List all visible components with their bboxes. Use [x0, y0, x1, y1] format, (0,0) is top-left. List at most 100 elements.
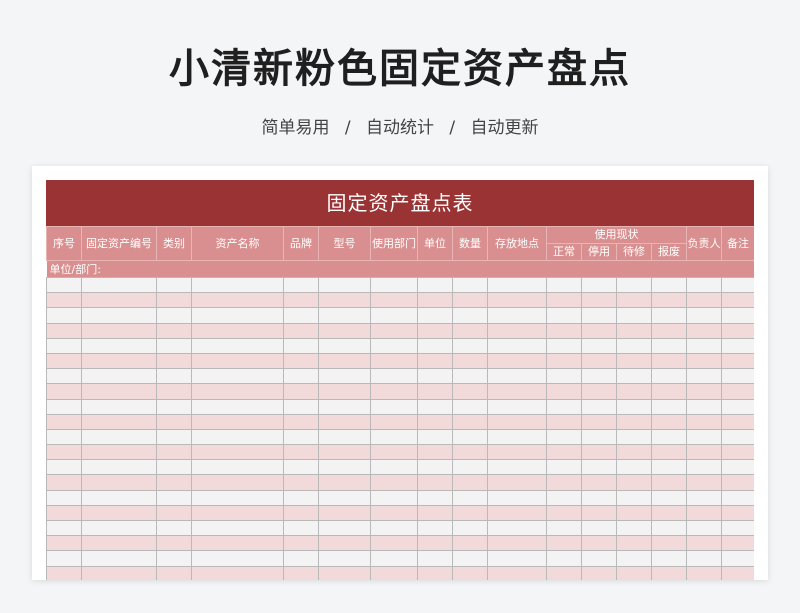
table-cell[interactable] — [686, 337, 722, 354]
table-cell[interactable] — [370, 459, 418, 476]
table-cell[interactable] — [417, 535, 453, 552]
table-cell[interactable] — [721, 444, 754, 461]
table-cell[interactable] — [546, 459, 582, 476]
table-cell[interactable] — [318, 474, 371, 491]
table-cell[interactable] — [156, 474, 192, 491]
table-cell[interactable] — [283, 535, 319, 552]
table-cell[interactable] — [452, 428, 488, 446]
table-cell[interactable] — [417, 292, 453, 309]
table-cell[interactable] — [370, 428, 418, 446]
table-cell[interactable] — [546, 383, 582, 400]
table-cell[interactable] — [686, 504, 722, 522]
table-cell[interactable] — [417, 413, 453, 430]
table-cell[interactable] — [546, 535, 582, 552]
table-cell[interactable] — [546, 474, 582, 491]
table-cell[interactable] — [156, 368, 192, 385]
table-cell[interactable] — [686, 352, 722, 370]
table-cell[interactable] — [686, 383, 722, 400]
table-cell[interactable] — [452, 519, 488, 537]
table-cell[interactable] — [487, 519, 547, 537]
table-cell[interactable] — [686, 565, 722, 580]
table-cell[interactable] — [191, 459, 284, 476]
table-cell[interactable] — [46, 459, 82, 476]
table-cell[interactable] — [283, 398, 319, 415]
table-cell[interactable] — [417, 307, 453, 324]
table-cell[interactable] — [46, 428, 82, 446]
table-cell[interactable] — [487, 292, 547, 309]
table-cell[interactable] — [156, 322, 192, 339]
table-cell[interactable] — [487, 444, 547, 461]
table-cell[interactable] — [191, 383, 284, 400]
table-cell[interactable] — [283, 276, 319, 294]
table-cell[interactable] — [686, 550, 722, 567]
table-cell[interactable] — [156, 337, 192, 354]
table-cell[interactable] — [417, 352, 453, 370]
table-cell[interactable] — [651, 565, 687, 580]
table-cell[interactable] — [581, 565, 617, 580]
table-cell[interactable] — [318, 565, 371, 580]
table-cell[interactable] — [452, 504, 488, 522]
table-cell[interactable] — [370, 565, 418, 580]
table-cell[interactable] — [487, 352, 547, 370]
table-cell[interactable] — [487, 276, 547, 294]
table-cell[interactable] — [318, 383, 371, 400]
table-cell[interactable] — [616, 383, 652, 400]
table-cell[interactable] — [46, 307, 82, 324]
table-cell[interactable] — [651, 535, 687, 552]
table-cell[interactable] — [417, 337, 453, 354]
table-cell[interactable] — [721, 413, 754, 430]
table-cell[interactable] — [487, 428, 547, 446]
table-cell[interactable] — [721, 292, 754, 309]
table-cell[interactable] — [370, 383, 418, 400]
table-cell[interactable] — [686, 292, 722, 309]
table-cell[interactable] — [686, 489, 722, 506]
table-cell[interactable] — [370, 398, 418, 415]
table-cell[interactable] — [721, 276, 754, 294]
table-cell[interactable] — [616, 398, 652, 415]
table-cell[interactable] — [370, 504, 418, 522]
table-cell[interactable] — [81, 368, 157, 385]
table-cell[interactable] — [721, 489, 754, 506]
table-cell[interactable] — [156, 428, 192, 446]
table-cell[interactable] — [81, 565, 157, 580]
table-cell[interactable] — [487, 322, 547, 339]
table-cell[interactable] — [283, 337, 319, 354]
table-cell[interactable] — [156, 519, 192, 537]
table-cell[interactable] — [46, 444, 82, 461]
table-cell[interactable] — [191, 322, 284, 339]
table-cell[interactable] — [81, 413, 157, 430]
table-cell[interactable] — [191, 535, 284, 552]
table-cell[interactable] — [318, 398, 371, 415]
table-cell[interactable] — [581, 337, 617, 354]
table-cell[interactable] — [46, 322, 82, 339]
table-cell[interactable] — [81, 322, 157, 339]
table-cell[interactable] — [156, 489, 192, 506]
table-cell[interactable] — [452, 565, 488, 580]
table-cell[interactable] — [616, 519, 652, 537]
table-cell[interactable] — [46, 398, 82, 415]
table-cell[interactable] — [417, 550, 453, 567]
table-cell[interactable] — [370, 550, 418, 567]
table-cell[interactable] — [546, 276, 582, 294]
table-cell[interactable] — [81, 489, 157, 506]
table-cell[interactable] — [81, 550, 157, 567]
table-cell[interactable] — [46, 352, 82, 370]
table-cell[interactable] — [651, 352, 687, 370]
table-cell[interactable] — [156, 276, 192, 294]
table-cell[interactable] — [581, 368, 617, 385]
table-cell[interactable] — [46, 474, 82, 491]
table-cell[interactable] — [721, 550, 754, 567]
table-cell[interactable] — [651, 519, 687, 537]
table-cell[interactable] — [487, 413, 547, 430]
table-cell[interactable] — [370, 337, 418, 354]
table-cell[interactable] — [651, 550, 687, 567]
table-cell[interactable] — [370, 489, 418, 506]
table-cell[interactable] — [283, 519, 319, 537]
table-cell[interactable] — [546, 428, 582, 446]
table-cell[interactable] — [651, 322, 687, 339]
table-cell[interactable] — [318, 368, 371, 385]
table-cell[interactable] — [581, 398, 617, 415]
table-cell[interactable] — [191, 444, 284, 461]
table-cell[interactable] — [651, 398, 687, 415]
table-cell[interactable] — [318, 276, 371, 294]
